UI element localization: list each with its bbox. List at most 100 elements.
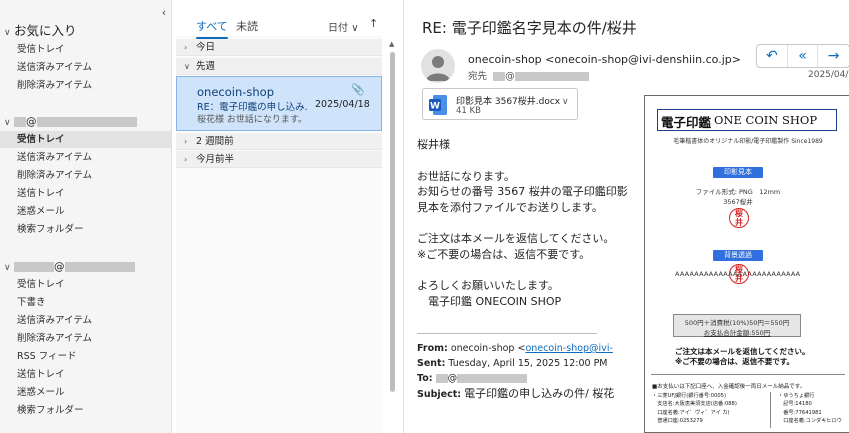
- quoted-from-name: onecoin-shop: [450, 343, 515, 354]
- group-header-last-week[interactable]: ∨ 先週: [176, 58, 382, 75]
- group-label: 2 週間前: [196, 136, 234, 147]
- group-header-early-month[interactable]: › 今月前半: [176, 151, 382, 168]
- sender-line[interactable]: onecoin-shop <onecoin-shop@ivi-denshiin.…: [468, 53, 741, 66]
- chevron-down-icon: ∨: [351, 23, 359, 34]
- fav-item-deleted[interactable]: 削除済みアイテム: [17, 77, 167, 94]
- quoted-to-label: To:: [417, 373, 433, 384]
- body-line: よろしくお願いいたします。: [417, 279, 559, 292]
- quoted-subject-label: Subject:: [417, 389, 462, 400]
- redacted-block: [493, 72, 506, 81]
- divider: [651, 374, 845, 375]
- sample-name-text: 3567桜井: [723, 198, 753, 206]
- account2-item-deleted[interactable]: 削除済みアイテム: [17, 330, 167, 347]
- body-line: 電子印鑑 ONECOIN SHOP: [417, 294, 562, 308]
- bank-line: ・三菱UFJ銀行(銀行番号:0005): [652, 393, 726, 399]
- group-header-two-weeks-ago[interactable]: › 2 週間前: [176, 133, 382, 150]
- body-line: ご注文は本メールを返信してください。: [417, 232, 615, 245]
- body-line: お世話になります。: [417, 169, 515, 183]
- quoted-from-email[interactable]: onecoin-shop@ivi-: [525, 343, 612, 354]
- post-line: 番号:77641981: [778, 409, 822, 416]
- account1-header[interactable]: ∨ @: [4, 114, 137, 130]
- account1-item-sent[interactable]: 送信済みアイテム: [17, 149, 167, 166]
- forward-button[interactable]: →: [818, 45, 849, 67]
- account1-item-search[interactable]: 検索フォルダー: [17, 221, 167, 238]
- body-line: 桜井様: [417, 138, 450, 151]
- message-list-pane: すべて 未読 日付 ∨ ↑ › 今日 ∨ 先週 onecoin-shop 📎 RE：…: [176, 0, 382, 433]
- chevron-right-icon: ›: [184, 43, 188, 52]
- redacted-block: [64, 262, 135, 272]
- word-document-icon: W: [429, 95, 447, 115]
- quoted-to: To: @: [417, 371, 617, 386]
- reply-note: ※ご不要の場合は、返信不要です。: [675, 357, 795, 366]
- message-subject: RE：電子印鑑の申し込み...: [197, 102, 307, 113]
- seal-stamp: 桜井: [729, 208, 749, 228]
- reply-icon: ↶: [765, 48, 778, 64]
- account2-item-inbox[interactable]: 受信トレイ: [17, 276, 167, 293]
- quoted-sent: Sent: Tuesday, April 15, 2025 12:00 PM: [417, 356, 617, 371]
- price-line: 500円＋消費税(10%)50円＝550円: [684, 319, 790, 327]
- tab-all[interactable]: すべて: [196, 18, 228, 39]
- recipient-line: 宛先 @: [468, 68, 589, 82]
- email-subject: RE: 電子印鑑名字見本の件/桜井: [422, 19, 637, 37]
- post-line: 口座名義:コンダキヒロウ: [778, 417, 842, 424]
- quoted-header: From: onecoin-shop <onecoin-shop@ivi- Se…: [417, 341, 617, 402]
- scroll-up-icon[interactable]: ▲: [389, 40, 394, 48]
- body-line: ※ご不要の場合は、返信不要です。: [417, 247, 591, 261]
- list-scrollbar[interactable]: ▲: [389, 40, 396, 433]
- chevron-down-icon[interactable]: ∨: [562, 97, 569, 107]
- payment-note: ■お支払いは下記口座へ、入金確認後一両日メール納品です。: [652, 384, 806, 390]
- file-format-text: ファイル形式: PNG 12mm: [695, 188, 781, 196]
- quoted-sent-value: Tuesday, April 15, 2025 12:00 PM: [448, 358, 608, 369]
- quoted-subject: Subject: 電子印鑑の申し込みの件/ 桜花: [417, 386, 617, 402]
- reply-all-button[interactable]: «: [788, 45, 819, 67]
- stamp-sample-image[interactable]: 電子印鑑 ONE COIN SHOP 毛筆楷書体のオリジナル印影/電子印鑑製作 …: [644, 95, 849, 433]
- account2-item-outbox[interactable]: 送信トレイ: [17, 366, 167, 383]
- to-label: 宛先: [468, 71, 488, 82]
- attachment-card[interactable]: W 印影見本 3567桜井.docx 41 KB ∨: [422, 88, 578, 120]
- favorites-header[interactable]: ∨ お気に入り: [4, 20, 77, 39]
- email-body: 桜井様 お世話になります。 お知らせの番号 3567 桜井の電子印鑑印影 見本を…: [417, 137, 641, 309]
- account1-item-deleted[interactable]: 削除済みアイテム: [17, 167, 167, 184]
- tab-unread[interactable]: 未読: [236, 18, 258, 34]
- account2-item-rss[interactable]: RSS フィード: [17, 348, 167, 365]
- account2-item-search[interactable]: 検索フォルダー: [17, 402, 167, 419]
- sort-by-button[interactable]: 日付 ∨: [328, 19, 359, 34]
- bank-line: 支店名:大阪恵美須支店(店番:088): [652, 401, 737, 408]
- reply-button[interactable]: ↶: [757, 45, 788, 67]
- group-header-today[interactable]: › 今日: [176, 39, 382, 56]
- post-line: 記号:14180: [778, 401, 812, 408]
- chevron-down-icon: ∨: [4, 118, 11, 128]
- attachment-size: 41 KB: [456, 106, 481, 116]
- quoted-from: From: onecoin-shop <onecoin-shop@ivi-: [417, 343, 613, 354]
- quoted-from-label: From:: [417, 343, 448, 354]
- account2-item-drafts[interactable]: 下書き: [17, 294, 167, 311]
- sort-direction-button[interactable]: ↑: [369, 17, 378, 30]
- forward-icon: →: [827, 48, 840, 64]
- document-title-box: 電子印鑑 ONE COIN SHOP: [657, 109, 837, 131]
- quoted-to-at: @: [447, 373, 458, 384]
- account2-item-junk[interactable]: 迷惑メール: [17, 384, 167, 401]
- fav-item-inbox[interactable]: 受信トレイ: [17, 41, 167, 58]
- fav-item-sent[interactable]: 送信済みアイテム: [17, 59, 167, 76]
- scroll-thumb[interactable]: [390, 52, 395, 392]
- account1-item-outbox[interactable]: 送信トレイ: [17, 185, 167, 202]
- account2-header[interactable]: ∨ @: [4, 259, 135, 275]
- account1-item-junk[interactable]: 迷惑メール: [17, 203, 167, 220]
- chevron-right-icon: ›: [184, 137, 188, 146]
- postal-bank-info: ・ゆうちょ銀行 記号:14180 番号:77641981 口座名義:コンダキヒロ…: [778, 392, 842, 425]
- account1-at: @: [26, 116, 37, 128]
- price-box: 500円＋消費税(10%)50円＝550円 お支払合計金額:550円: [673, 314, 801, 337]
- svg-text:W: W: [430, 102, 440, 112]
- quoted-sent-label: Sent:: [417, 358, 446, 369]
- divider: [770, 392, 771, 428]
- account1-item-inbox[interactable]: 受信トレイ: [0, 131, 171, 148]
- seal-stamp-transparent: 桜井: [729, 264, 749, 284]
- message-list-item[interactable]: onecoin-shop 📎 RE：電子印鑑の申し込み... 2025/04/1…: [176, 76, 382, 131]
- redacted-block: [435, 374, 448, 383]
- account2-item-sent[interactable]: 送信済みアイテム: [17, 312, 167, 329]
- redacted-block: [14, 262, 54, 272]
- collapse-pane-button[interactable]: ‹: [158, 6, 170, 20]
- favorites-label: お気に入り: [14, 23, 77, 38]
